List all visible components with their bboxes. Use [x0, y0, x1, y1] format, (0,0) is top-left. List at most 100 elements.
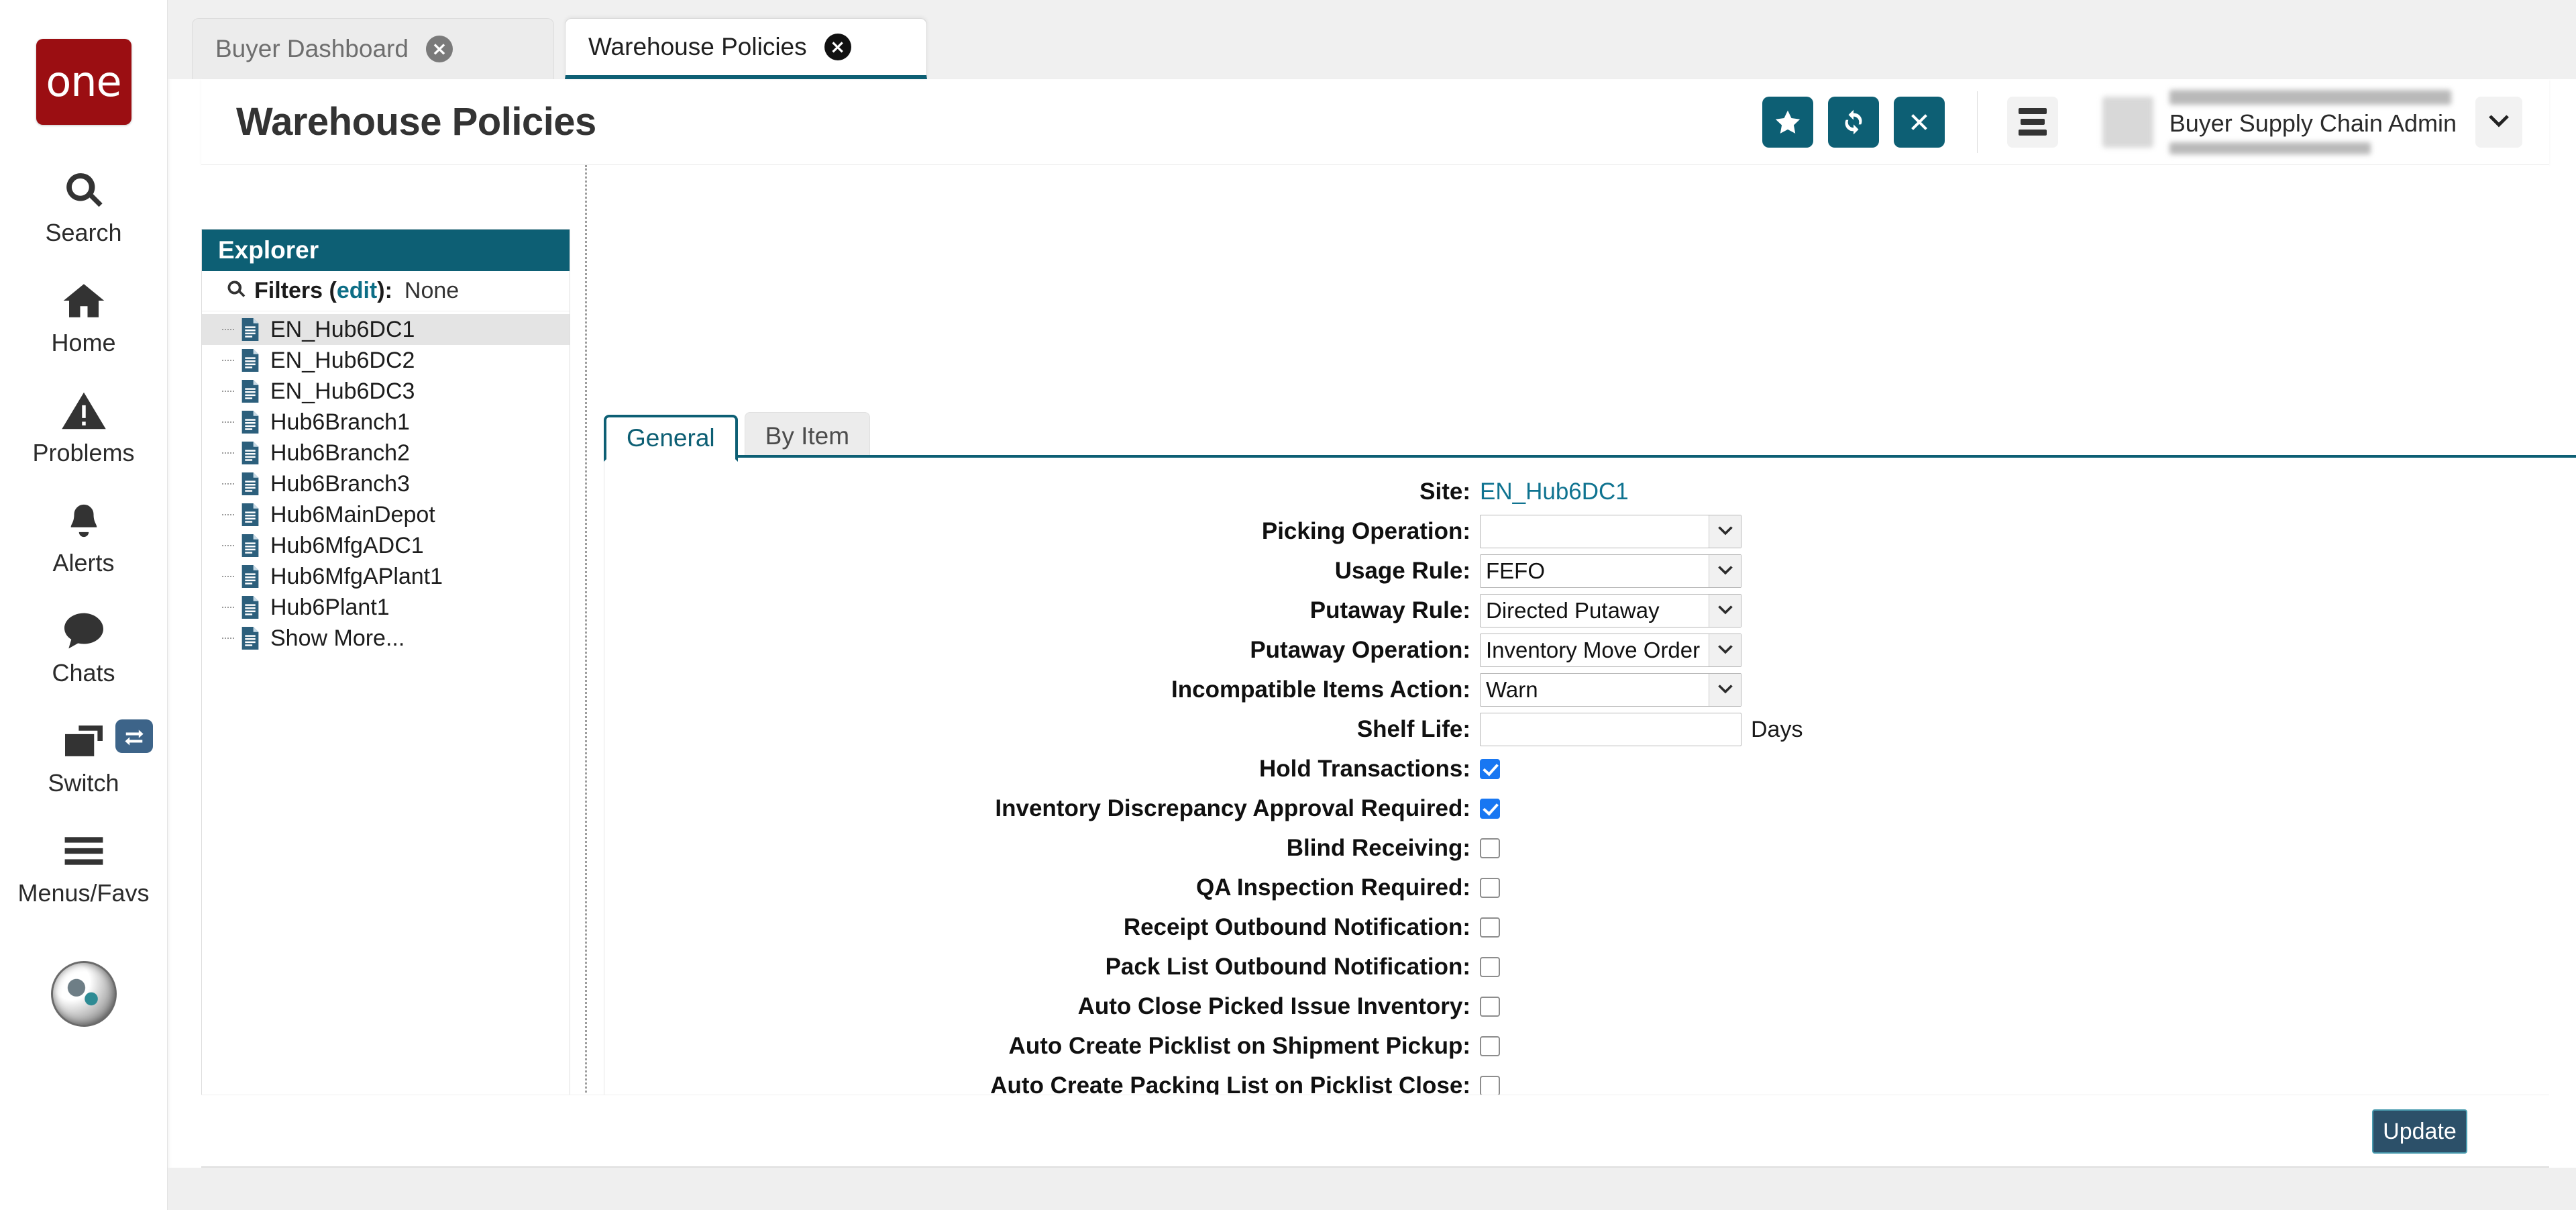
explorer-item[interactable]: Hub6MfgADC1 [202, 530, 570, 561]
content-area: Explorer Filters ( edit ): None EN_Hub6D… [201, 165, 2576, 1210]
document-icon [239, 565, 261, 588]
explorer-item[interactable]: EN_Hub6DC1 [202, 314, 570, 345]
explorer-item[interactable]: Hub6Plant1 [202, 592, 570, 623]
shelf-life-input[interactable] [1480, 713, 1741, 746]
document-icon [239, 627, 261, 650]
tab-warehouse-policies[interactable]: Warehouse Policies × [565, 18, 927, 79]
explorer-item[interactable]: Hub6MfgAPlant1 [202, 561, 570, 592]
form-row: Blind Receiving: [604, 829, 2576, 868]
panel-divider[interactable] [585, 165, 587, 1105]
page-title: Warehouse Policies [236, 100, 596, 144]
user-profile[interactable]: Buyer Supply Chain Admin [2102, 89, 2522, 154]
chat-icon [62, 607, 105, 655]
explorer-item[interactable]: Hub6MainDepot [202, 499, 570, 530]
field-label: Shelf Life: [1356, 716, 1470, 742]
tab-buyer-dashboard[interactable]: Buyer Dashboard × [192, 18, 554, 79]
chevron-down-icon[interactable] [1709, 674, 1741, 706]
checkbox[interactable] [1480, 997, 1500, 1017]
chevron-down-icon[interactable] [1709, 634, 1741, 666]
header-divider [1976, 91, 1978, 153]
chevron-down-icon[interactable] [2475, 96, 2522, 148]
explorer-item-label: Hub6Branch2 [270, 440, 410, 466]
hamburger-icon [63, 827, 105, 875]
filters-edit-link[interactable]: edit [337, 278, 377, 304]
search-icon [226, 279, 254, 303]
select-field[interactable]: Inventory Move Order [1480, 634, 1741, 667]
tab-by-item[interactable]: By Item [744, 412, 871, 459]
form-row: Shelf Life: Days [604, 710, 2576, 749]
user-avatar-rail[interactable] [50, 961, 117, 1027]
field-label: Usage Rule: [1334, 558, 1470, 584]
explorer-item-label: Hub6Branch1 [270, 409, 410, 435]
explorer-item[interactable]: Hub6Branch1 [202, 407, 570, 438]
explorer-item[interactable]: Hub6Branch2 [202, 438, 570, 468]
explorer-item-label: Hub6MfgADC1 [270, 532, 424, 558]
tree-connector [222, 360, 234, 361]
explorer-title: Explorer [218, 236, 319, 264]
header-actions: Buyer Supply Chain Admin [1762, 89, 2549, 154]
document-icon [239, 442, 261, 464]
checkbox[interactable] [1480, 1076, 1500, 1096]
form-row: Auto Create Picklist on Shipment Pickup: [604, 1027, 2576, 1066]
explorer-item-label: Hub6Plant1 [270, 594, 390, 620]
select-value: Inventory Move Order [1486, 638, 1701, 662]
chevron-down-icon[interactable] [1709, 555, 1741, 587]
tab-general[interactable]: General [604, 415, 738, 462]
tree-connector [222, 329, 234, 330]
select-field[interactable]: Directed Putaway [1480, 594, 1741, 627]
rail-item-search[interactable]: Search [0, 166, 168, 247]
rail-item-menus-favs[interactable]: Menus/Favs [0, 827, 168, 907]
checkbox[interactable] [1480, 838, 1500, 858]
checkbox-label: Auto Create Picklist on Shipment Pickup: [1008, 1033, 1470, 1059]
refresh-button[interactable] [1827, 96, 1879, 148]
form-row: Incompatible Items Action: Warn [604, 670, 2576, 709]
rail-item-label: Alerts [52, 549, 115, 576]
explorer-item[interactable]: EN_Hub6DC3 [202, 376, 570, 407]
rail-item-switch[interactable]: Switch [0, 717, 168, 797]
filters-row: Filters ( edit ): None [202, 271, 570, 311]
select-field[interactable]: Warn [1480, 673, 1741, 707]
filters-value: None [404, 278, 460, 303]
select-field[interactable] [1480, 515, 1741, 548]
site-value-link[interactable]: EN_Hub6DC1 [1480, 478, 1629, 505]
browser-tab-strip: Buyer Dashboard × Warehouse Policies × [168, 0, 2576, 79]
favorite-button[interactable] [1762, 96, 1813, 148]
form-row: Receipt Outbound Notification: [604, 908, 2576, 947]
explorer-item-label: Hub6Branch3 [270, 470, 410, 497]
checkbox[interactable] [1480, 759, 1500, 779]
close-icon[interactable]: × [824, 34, 851, 60]
form-tabs: General By Item [604, 408, 2576, 462]
form-row: Picking Operation: [604, 512, 2576, 551]
close-icon[interactable]: × [425, 36, 453, 62]
app-logo[interactable]: one [36, 39, 131, 125]
checkbox[interactable] [1480, 957, 1500, 977]
explorer-item[interactable]: Show More... [202, 623, 570, 654]
checkbox-label: Hold Transactions: [1258, 756, 1470, 782]
rail-item-alerts[interactable]: Alerts [0, 497, 168, 577]
explorer-item[interactable]: EN_Hub6DC2 [202, 345, 570, 376]
document-icon [239, 534, 261, 557]
rail-item-problems[interactable]: Problems [0, 387, 168, 467]
checkbox[interactable] [1480, 917, 1500, 938]
switch-toggle-badge[interactable] [115, 719, 153, 753]
user-email-redacted [2169, 142, 2371, 154]
tree-connector [222, 607, 234, 608]
checkbox[interactable] [1480, 799, 1500, 819]
rail-item-home[interactable]: Home [0, 276, 168, 357]
user-text: Buyer Supply Chain Admin [2169, 89, 2457, 154]
checkbox[interactable] [1480, 1036, 1500, 1056]
chevron-down-icon[interactable] [1709, 595, 1741, 627]
select-field[interactable]: FEFO [1480, 554, 1741, 588]
checkbox[interactable] [1480, 878, 1500, 898]
update-button[interactable]: Update [2372, 1109, 2467, 1154]
explorer-item-label: Show More... [270, 625, 405, 651]
chevron-down-icon[interactable] [1709, 515, 1741, 548]
tab-label: By Item [765, 421, 850, 450]
close-button[interactable] [1893, 96, 1945, 148]
rail-item-chats[interactable]: Chats [0, 607, 168, 687]
document-icon [239, 411, 261, 434]
explorer-item[interactable]: Hub6Branch3 [202, 468, 570, 499]
menu-icon[interactable] [2006, 96, 2058, 148]
user-org-redacted [2169, 89, 2451, 105]
explorer-item-label: Hub6MainDepot [270, 501, 435, 527]
